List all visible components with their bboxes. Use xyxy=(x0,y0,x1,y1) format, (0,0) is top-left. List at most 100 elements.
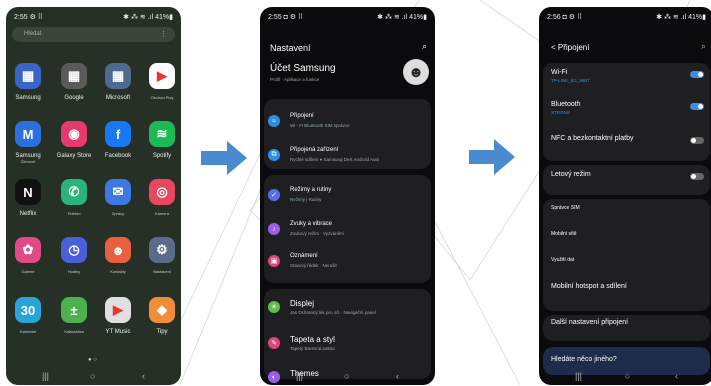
connection-item-title: Další nastavení připojení xyxy=(551,319,629,326)
app-netflix[interactable]: N Netflix xyxy=(8,179,48,227)
app-yt-music[interactable]: ▶ YT Music xyxy=(98,297,138,345)
app-google[interactable]: ▦ Google xyxy=(54,63,94,111)
settings-item-subtitle: Tapety Barevná paleta xyxy=(290,346,335,351)
connection-item-title: Využití dat xyxy=(551,257,575,263)
spotify-icon: ≋ xyxy=(149,121,175,147)
navigation-bar: ||| ○ ‹ xyxy=(539,369,711,385)
settings-gear-icon: ⚙ xyxy=(149,237,175,263)
connection-item-title: Wi-Fi xyxy=(551,69,568,76)
app-obchod-play[interactable]: ▶ Obchod Play xyxy=(142,63,181,111)
connection-item[interactable]: Bluetooth XTRONS xyxy=(551,101,704,115)
app-kalkulačka[interactable]: ± Kalkulačka xyxy=(54,297,94,345)
tips-icon: ◆ xyxy=(149,297,175,323)
app-label: Nastavení xyxy=(152,269,171,274)
settings-item-display[interactable]: ☀ Displej Jas Ochranný lék pro oči · Navig… xyxy=(268,297,429,321)
modes-icon: ✓ xyxy=(268,189,280,201)
connection-item[interactable]: NFC a bezkontaktní platby xyxy=(551,135,704,144)
connection-item[interactable]: Letový režim xyxy=(551,171,704,180)
navigation-bar: ||| ○ ‹ xyxy=(260,369,435,385)
connection-item-title: Mobilní sítě xyxy=(551,231,577,237)
app-zprávy[interactable]: ✉ Zprávy xyxy=(98,179,138,227)
yt-music-icon: ▶ xyxy=(105,297,131,323)
display-icon: ☀ xyxy=(268,301,280,313)
app-facebook[interactable]: f Facebook xyxy=(98,121,138,169)
more-options-icon[interactable]: ⋮ xyxy=(160,30,167,38)
app-label: Google xyxy=(64,95,84,101)
connection-item-subtitle: TP-LINK_5G_96B7 xyxy=(551,78,590,83)
gallery-icon: ✿ xyxy=(15,237,41,263)
app-kamera[interactable]: ◎ Kamera xyxy=(142,179,181,227)
home-button[interactable]: ○ xyxy=(90,371,95,381)
home-button[interactable]: ○ xyxy=(625,371,630,381)
toggle-switch[interactable] xyxy=(690,103,704,110)
galaxy-store-icon: ◉ xyxy=(61,121,87,147)
status-icons: ✱ ⁂ ≋ .ıl 41%▮ xyxy=(377,14,427,21)
avatar[interactable]: ☻ xyxy=(403,59,429,85)
connection-item[interactable]: Využití dat xyxy=(551,257,704,263)
app-samsung[interactable]: M Samsung Členové xyxy=(8,121,48,169)
settings-phone: 2:55 ◘ ⚙ ⠿ ✱ ⁂ ≋ .ıl 41%▮ Nastavení ⌕ Úč… xyxy=(260,7,435,385)
connection-item[interactable]: Správce SIM xyxy=(551,205,704,211)
calculator-icon: ± xyxy=(61,297,87,323)
toggle-switch[interactable] xyxy=(690,137,704,144)
settings-item-title: Oznámení xyxy=(290,253,318,259)
toggle-knob xyxy=(698,72,703,77)
app-kalendář[interactable]: 30 Kalendář xyxy=(8,297,48,345)
google-folder-icon: ▦ xyxy=(61,63,87,89)
connection-item[interactable]: Mobilní hotspot a sdílení xyxy=(551,283,704,290)
recents-button[interactable]: ||| xyxy=(42,371,49,381)
app-label: Microsoft xyxy=(105,95,131,101)
home-button[interactable]: ○ xyxy=(344,371,349,381)
app-telefon[interactable]: ✆ Telefon xyxy=(54,179,94,227)
home-search-bar[interactable]: Hledat ⋮ xyxy=(12,27,175,42)
app-galaxy-store[interactable]: ◉ Galaxy Store xyxy=(54,121,94,169)
connection-item-subtitle: XTRONS xyxy=(551,110,570,115)
camera-icon: ◎ xyxy=(149,179,175,205)
app-label: Netflix xyxy=(19,211,37,217)
app-galerie[interactable]: ✿ Galerie xyxy=(8,237,48,285)
connection-item[interactable]: Wi-Fi TP-LINK_5G_96B7 xyxy=(551,69,704,83)
settings-item-modes[interactable]: ✓ Režimy a rutiny Režimy | Rutiny xyxy=(268,185,429,209)
app-sublabel: Členové xyxy=(20,159,36,164)
settings-item-title: Tapeta a styl xyxy=(290,335,335,344)
connection-item[interactable]: Mobilní sítě xyxy=(551,231,704,237)
app-label: Kalkulačka xyxy=(64,329,84,334)
recents-button[interactable]: ||| xyxy=(296,371,303,381)
back-button[interactable]: ‹ xyxy=(142,371,145,381)
back-button[interactable]: ‹ xyxy=(396,371,399,381)
status-time: 2:55 ⚙ ⠿ xyxy=(14,14,43,21)
status-icons: ✱ ⁂ ≋ .ıl 41%▮ xyxy=(123,14,173,21)
page-title: Nastavení xyxy=(270,43,311,53)
connection-item[interactable]: Další nastavení připojení xyxy=(551,319,704,326)
connected-devices-icon: ⧉ xyxy=(268,149,280,161)
app-label: Zprávy xyxy=(111,211,125,216)
settings-item-wifi[interactable]: ≈ Připojení Wi - Fi Bluetooth SIM správce xyxy=(268,111,429,135)
app-hodiny[interactable]: ◷ Hodiny xyxy=(54,237,94,285)
connection-item-title: Mobilní hotspot a sdílení xyxy=(551,283,627,290)
status-bar: 2:55 ◘ ⚙ ⠿ ✱ ⁂ ≋ .ıl 41%▮ xyxy=(260,7,435,25)
back-button[interactable]: ‹ xyxy=(675,371,678,381)
toggle-switch[interactable] xyxy=(690,173,704,180)
search-icon[interactable]: ⌕ xyxy=(422,41,427,52)
app-samsung[interactable]: ▦ Samsung xyxy=(8,63,48,111)
app-kontakty[interactable]: ☻ Kontakty xyxy=(98,237,138,285)
back-to-connections[interactable]: < Připojení xyxy=(551,43,589,52)
search-icon[interactable]: ⌕ xyxy=(701,41,706,52)
settings-item-sound[interactable]: ♪ Zvuky a vibrace Zvukový režim · Vyzváněn… xyxy=(268,219,429,243)
app-nastavení[interactable]: ⚙ Nastavení xyxy=(142,237,181,285)
play-store-icon: ▶ xyxy=(149,63,175,89)
app-label: Kontakty xyxy=(110,269,126,274)
app-microsoft[interactable]: ▦ Microsoft xyxy=(98,63,138,111)
settings-item-connected-devices[interactable]: ⧉ Připojená zařízení Rychlé sdílení ● Sams… xyxy=(268,145,429,169)
netflix-icon: N xyxy=(15,179,41,205)
settings-item-notification[interactable]: ▣ Oznámení Stavový řádek · Nerušit xyxy=(268,251,429,275)
settings-item-wallpaper[interactable]: ✎ Tapeta a styl Tapety Barevná paleta xyxy=(268,333,429,357)
toggle-knob xyxy=(698,104,703,109)
app-label: Kalendář xyxy=(19,329,36,334)
samsung-account-item[interactable]: Účet Samsung Profil · Aplikace a funkce xyxy=(270,63,336,82)
app-tipy[interactable]: ◆ Tipy xyxy=(142,297,181,345)
connection-item-title: Správce SIM xyxy=(551,205,580,211)
toggle-switch[interactable] xyxy=(690,71,704,78)
recents-button[interactable]: ||| xyxy=(575,371,582,381)
app-spotify[interactable]: ≋ Spotify xyxy=(142,121,181,169)
